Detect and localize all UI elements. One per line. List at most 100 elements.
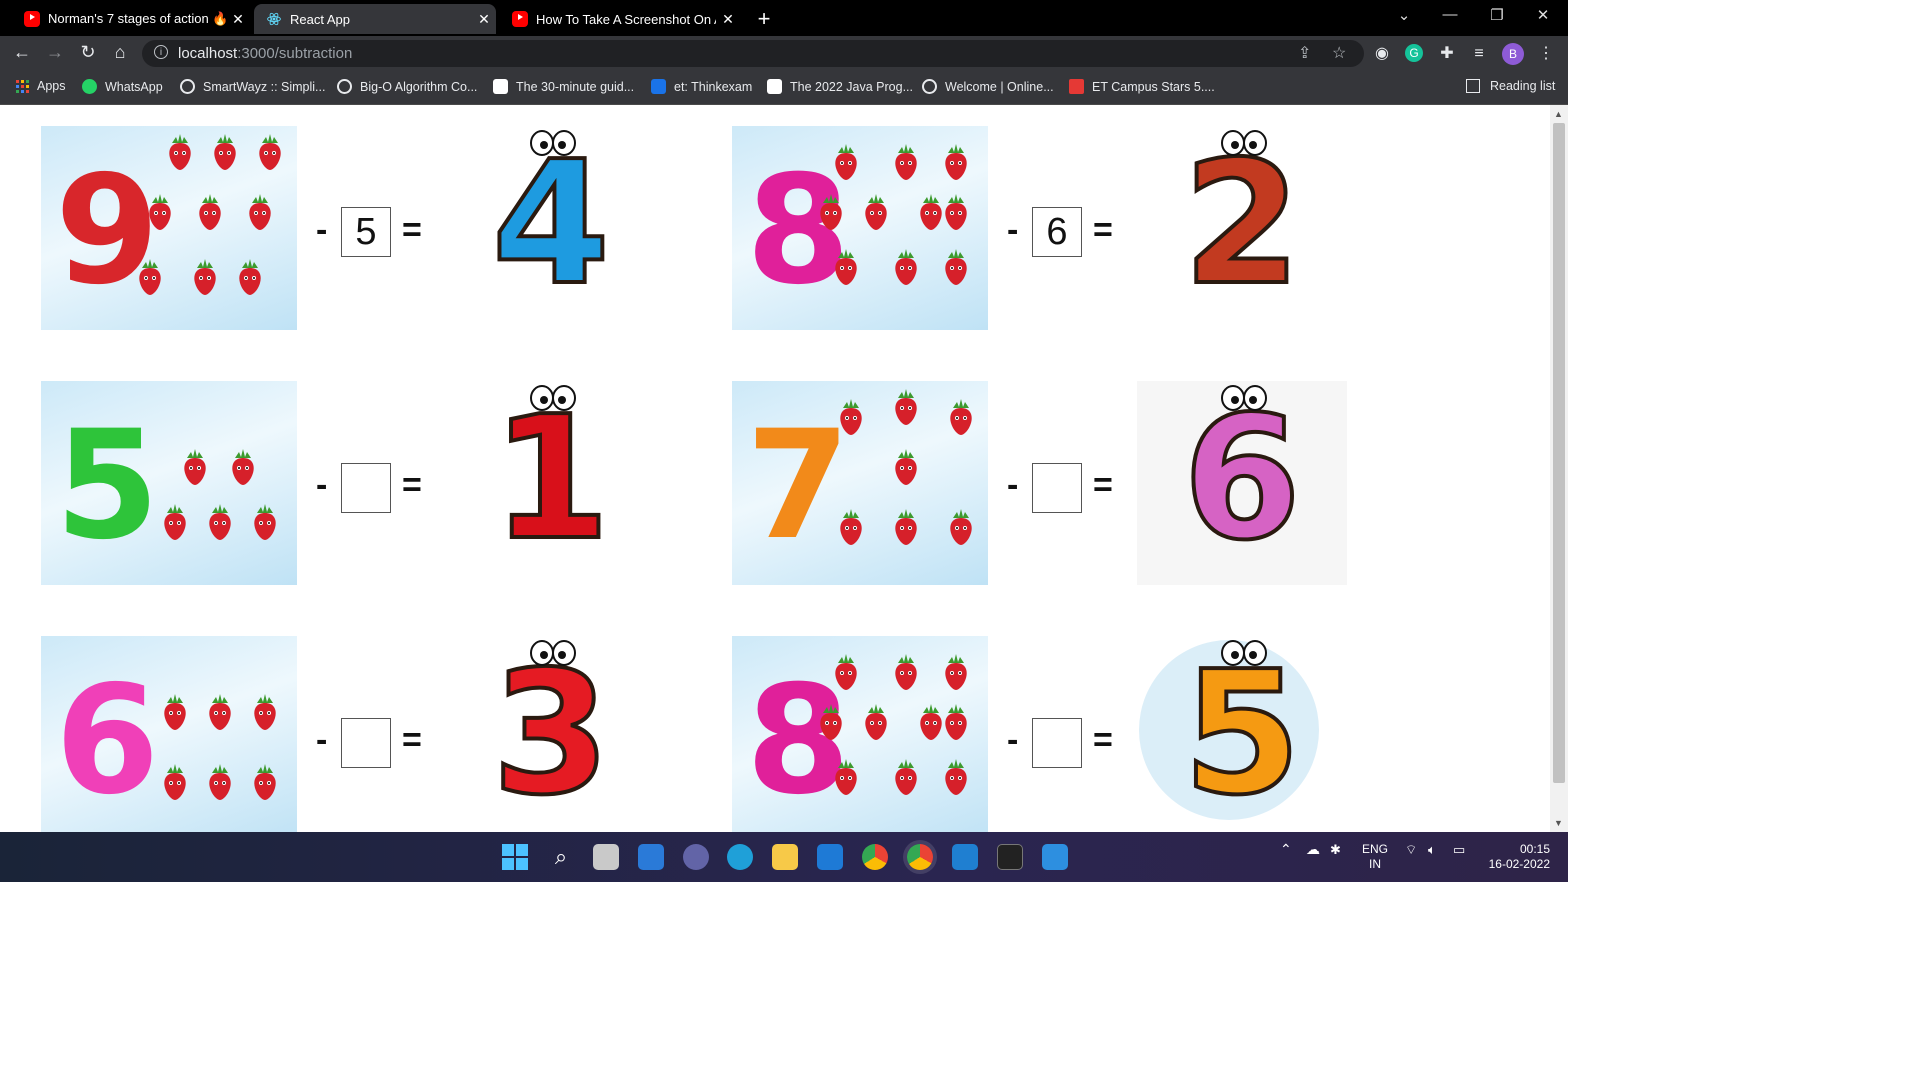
strawberry-icon xyxy=(862,701,890,741)
grammarly-icon[interactable]: G xyxy=(1405,44,1423,62)
wifi-icon[interactable]: ⌔ xyxy=(1405,842,1417,857)
strawberry-icon xyxy=(947,506,975,546)
task-view-icon[interactable] xyxy=(593,844,619,870)
language-indicator[interactable]: ENG IN xyxy=(1358,842,1392,872)
bookmark-label: The 2022 Java Prog... xyxy=(790,79,913,94)
equals-sign: = xyxy=(1093,466,1113,504)
mail-icon[interactable] xyxy=(817,844,843,870)
vscode-icon[interactable] xyxy=(952,844,978,870)
tab-norman[interactable]: Norman's 7 stages of action 🔥🔥 ✕ xyxy=(12,4,250,34)
clock-date: 16-02-2022 xyxy=(1488,857,1550,871)
bookmark-et-campus[interactable]: ET Campus Stars 5.... xyxy=(1069,79,1215,94)
bookmark-label: The 30-minute guid... xyxy=(516,79,635,94)
reload-icon[interactable]: ↻ xyxy=(76,42,100,63)
minuend-character: 6 xyxy=(55,654,160,828)
minuend-picture-card: 6 xyxy=(41,636,297,832)
answer-input[interactable] xyxy=(341,718,391,768)
bookmark-thinkexam[interactable]: et: Thinkexam xyxy=(651,79,752,94)
minuend-character: 7 xyxy=(746,399,851,573)
minus-sign: - xyxy=(316,466,328,504)
chrome-profile-icon[interactable] xyxy=(907,844,933,870)
show-hidden-icons-chevron-icon[interactable]: ⌃ xyxy=(1280,842,1292,857)
profile-avatar[interactable]: B xyxy=(1502,43,1524,65)
whatsapp-icon xyxy=(82,79,97,94)
result-character: 5 xyxy=(1137,636,1347,832)
address-bar[interactable]: i localhost:3000/subtraction ⇪ ☆ xyxy=(142,40,1364,67)
site-info-icon[interactable]: i xyxy=(154,45,168,59)
menu-kebab-icon[interactable]: ⋮ xyxy=(1536,44,1556,64)
forward-arrow-icon[interactable]: → xyxy=(43,42,67,63)
bookmark-java[interactable]: The 2022 Java Prog... xyxy=(767,79,913,94)
volume-icon[interactable]: 🔈︎ xyxy=(1428,842,1436,857)
onedrive-cloud-icon[interactable]: ☁ xyxy=(1306,842,1320,857)
answer-input[interactable]: 5 xyxy=(341,207,391,257)
close-window-button[interactable]: ✕ xyxy=(1523,6,1563,24)
search-icon[interactable]: ⌕ xyxy=(548,844,574,870)
bookmark-star-icon[interactable]: ☆ xyxy=(1332,43,1346,63)
clock[interactable]: 00:15 16-02-2022 xyxy=(1480,842,1550,872)
equals-sign: = xyxy=(1093,721,1113,759)
tab-search-chevron-icon[interactable]: ⌄ xyxy=(1384,6,1424,24)
bluetooth-tray-icon[interactable]: ✱ xyxy=(1330,842,1341,857)
vertical-scrollbar[interactable]: ▲ ▼ xyxy=(1550,105,1568,832)
clock-time: 00:15 xyxy=(1519,842,1550,856)
extensions-puzzle-icon[interactable]: ✚ xyxy=(1437,44,1457,64)
youtube-icon xyxy=(512,11,528,27)
youtube-icon xyxy=(24,11,40,27)
new-tab-button[interactable]: + xyxy=(752,6,776,32)
result-character: 1 xyxy=(446,381,656,585)
bookmark-smartwayz[interactable]: SmartWayz :: Simpli... xyxy=(180,79,325,94)
bookmark-label: WhatsApp xyxy=(105,79,163,94)
media-queue-icon[interactable]: ≡ xyxy=(1469,44,1489,64)
answer-input[interactable] xyxy=(1032,463,1082,513)
bookmark-label: ET Campus Stars 5.... xyxy=(1092,79,1215,94)
bookmark-30-minute-guide[interactable]: The 30-minute guid... xyxy=(493,79,634,94)
strawberry-icon xyxy=(832,756,860,796)
back-arrow-icon[interactable]: ← xyxy=(10,42,34,63)
restore-button[interactable]: ❐ xyxy=(1477,6,1517,24)
tab-react-app[interactable]: React App ✕ xyxy=(254,4,496,34)
minimize-button[interactable]: — xyxy=(1430,6,1470,23)
minuend-character: 5 xyxy=(55,399,160,573)
globe-icon xyxy=(337,79,352,94)
scroll-up-arrow-icon[interactable]: ▲ xyxy=(1554,109,1563,119)
tab-title: How To Take A Screenshot On A xyxy=(536,11,716,27)
tab-title: Norman's 7 stages of action 🔥🔥 xyxy=(48,11,226,26)
terminal-icon[interactable] xyxy=(997,844,1023,870)
result-number: 6 xyxy=(1181,380,1303,578)
result-character: 4 xyxy=(446,126,656,330)
file-explorer-icon[interactable] xyxy=(772,844,798,870)
photos-icon[interactable] xyxy=(1042,844,1068,870)
close-tab-icon[interactable]: ✕ xyxy=(716,11,740,28)
widgets-icon[interactable] xyxy=(638,844,664,870)
close-tab-icon[interactable]: ✕ xyxy=(226,11,250,28)
start-windows-icon[interactable] xyxy=(502,844,528,870)
reading-list-button[interactable]: Reading list xyxy=(1466,79,1555,93)
bookmark-apps[interactable]: Apps xyxy=(16,79,66,93)
edge-icon[interactable] xyxy=(727,844,753,870)
bookmark-label: SmartWayz :: Simpli... xyxy=(203,79,326,94)
apps-grid-icon xyxy=(16,79,29,93)
strawberry-icon xyxy=(892,756,920,796)
result-number: 1 xyxy=(490,380,612,578)
close-tab-icon[interactable]: ✕ xyxy=(472,11,496,28)
home-icon[interactable]: ⌂ xyxy=(108,42,132,63)
answer-input[interactable] xyxy=(341,463,391,513)
bookmark-whatsapp[interactable]: WhatsApp xyxy=(82,79,163,94)
tab-title: React App xyxy=(290,11,350,27)
strawberry-icon xyxy=(206,501,234,541)
answer-input[interactable]: 6 xyxy=(1032,207,1082,257)
answer-input[interactable] xyxy=(1032,718,1082,768)
et-icon xyxy=(1069,79,1084,94)
bookmark-bigo[interactable]: Big-O Algorithm Co... xyxy=(337,79,477,94)
battery-icon[interactable]: ▭ xyxy=(1453,842,1465,857)
teams-chat-icon[interactable] xyxy=(683,844,709,870)
scroll-down-arrow-icon[interactable]: ▼ xyxy=(1554,818,1563,828)
tab-screenshot[interactable]: How To Take A Screenshot On A ✕ xyxy=(500,4,740,34)
minus-sign: - xyxy=(1007,466,1019,504)
globe-extension-icon[interactable]: ◉ xyxy=(1372,44,1392,64)
scrollbar-thumb[interactable] xyxy=(1553,123,1565,783)
share-icon[interactable]: ⇪ xyxy=(1298,43,1311,63)
bookmark-welcome[interactable]: Welcome | Online... xyxy=(922,79,1054,94)
chrome-icon[interactable] xyxy=(862,844,888,870)
